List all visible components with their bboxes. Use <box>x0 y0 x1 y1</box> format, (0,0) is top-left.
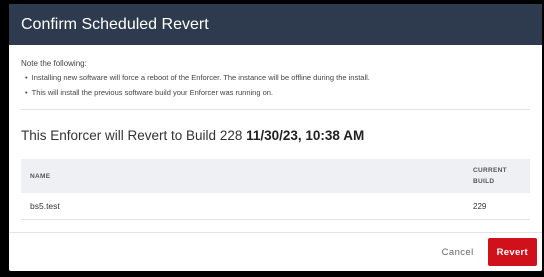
notes-item: • Installing new software will force a r… <box>25 73 530 82</box>
dialog-footer: Cancel Revert <box>9 232 542 271</box>
enforcer-table: NAME CURRENT BUILD bs5.test 229 <box>21 159 530 220</box>
cancel-button[interactable]: Cancel <box>436 246 480 259</box>
notes-item-text: Installing new software will force a reb… <box>31 73 370 82</box>
cell-name: bs5.test <box>21 193 473 220</box>
bullet-icon: • <box>25 73 28 82</box>
column-header-name: NAME <box>30 172 51 180</box>
table-header-row: NAME CURRENT BUILD <box>21 159 530 193</box>
bullet-icon: • <box>25 88 28 97</box>
notes-item: • This will install the previous softwar… <box>25 88 530 97</box>
cell-current-build: 229 <box>473 193 530 220</box>
revert-datetime: 11/30/23, 10:38 AM <box>246 128 365 143</box>
revert-button[interactable]: Revert <box>487 238 537 266</box>
notes-list: • Installing new software will force a r… <box>21 73 530 97</box>
column-header-current-build-line1: CURRENT <box>473 167 507 174</box>
dialog-body: Note the following: • Installing new sof… <box>9 45 542 220</box>
notes-item-text: This will install the previous software … <box>31 88 274 97</box>
divider <box>21 109 530 110</box>
column-header-current-build-line2: BUILD <box>473 178 495 185</box>
revert-heading-prefix: This Enforcer will Revert to Build 228 <box>21 128 243 143</box>
confirm-revert-dialog: Confirm Scheduled Revert Note the follow… <box>9 4 542 271</box>
dialog-header: Confirm Scheduled Revert <box>9 4 542 45</box>
notes-title: Note the following: <box>21 59 87 68</box>
table-row: bs5.test 229 <box>21 193 530 220</box>
column-header-current-build: CURRENT BUILD <box>473 159 530 193</box>
revert-heading: This Enforcer will Revert to Build 228 1… <box>21 128 530 143</box>
dialog-title: Confirm Scheduled Revert <box>21 15 209 33</box>
